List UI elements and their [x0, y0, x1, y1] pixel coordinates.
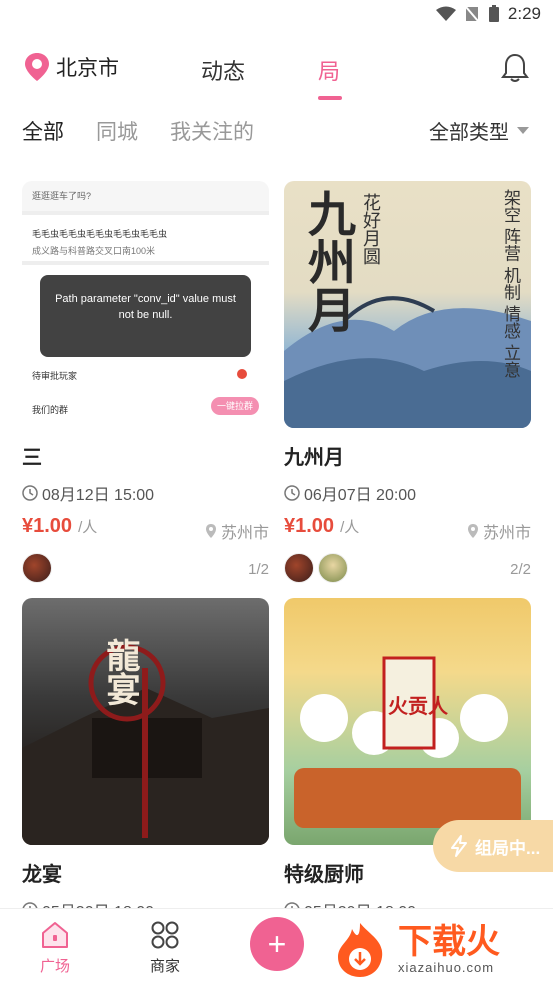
card-image: 龍宴 — [22, 598, 269, 845]
card-title: 九州月 — [284, 447, 344, 469]
location-pin-icon — [467, 524, 478, 538]
poster-tags: 架空 阵营 机制 情感 立意 — [501, 189, 520, 378]
event-card[interactable]: 九州月 花好月圆 架空 阵营 机制 情感 立意 九州月 06月07日 20:00… — [284, 181, 531, 586]
shot-button: 一键拉群 — [211, 397, 259, 415]
tab-dynamic[interactable]: 动态 — [201, 54, 245, 86]
shot-address: 成义路与科普路交叉口南100米 — [32, 246, 156, 256]
card-title: 特级厨师 — [284, 864, 364, 886]
avatar — [318, 553, 348, 583]
grid-icon — [151, 921, 179, 949]
filter-following[interactable]: 我关注的 — [170, 116, 254, 146]
participant-avatars — [284, 553, 348, 583]
location-label: 北京市 — [56, 57, 119, 80]
poster-title: 龍宴 — [101, 638, 139, 706]
card-time: 06月07日 20:00 — [284, 481, 416, 505]
filter-row: 全部 同城 我关注的 全部类型 — [0, 112, 553, 152]
top-nav: 北京市 动态 局 — [0, 44, 553, 100]
active-tab-indicator — [318, 96, 342, 100]
filter-all[interactable]: 全部 — [22, 116, 64, 146]
card-city: 苏州市 — [467, 519, 531, 543]
shot-line: 毛毛虫毛毛虫毛毛虫毛毛虫毛毛虫 — [32, 229, 168, 239]
clock-icon — [22, 485, 38, 501]
event-card[interactable]: 逛逛逛车了吗? 毛毛虫毛毛虫毛毛虫毛毛虫毛毛虫 成义路与科普路交叉口南100米 … — [22, 181, 269, 586]
avatar — [284, 553, 314, 583]
avatar — [22, 553, 52, 583]
nav-square[interactable]: 广场 — [40, 921, 70, 976]
participant-avatars — [22, 553, 52, 583]
card-time: 08月12日 15:00 — [22, 481, 154, 505]
error-toast: Path parameter "conv_id" value must not … — [40, 275, 251, 357]
card-price: ¥1.00/人 — [284, 515, 360, 537]
shot-question: 逛逛逛车了吗? — [32, 191, 92, 201]
poster-subtitle: 花好月圆 — [361, 193, 381, 265]
card-title: 三 — [22, 447, 42, 469]
watermark-sub: xiazaihuo.com — [398, 959, 495, 975]
filter-same-city[interactable]: 同城 — [96, 116, 138, 146]
location-pin-icon — [205, 524, 216, 538]
poster-art — [22, 644, 269, 845]
shot-group: 我们的群 — [32, 405, 69, 415]
bell-icon[interactable] — [501, 52, 529, 84]
participant-count: 1/2 — [248, 561, 269, 578]
card-title: 龙宴 — [22, 864, 62, 886]
lightning-icon — [451, 835, 467, 857]
card-image: 火贡人 — [284, 598, 531, 845]
chevron-down-icon — [517, 127, 529, 134]
bottom-nav: 广场 商家 + 下载火 xiazaihuo.com — [0, 908, 553, 983]
home-icon — [42, 922, 68, 948]
battery-icon — [488, 5, 499, 22]
status-time: 2:29 — [507, 4, 541, 23]
type-select[interactable]: 全部类型 — [429, 116, 529, 145]
poster-title: 火贡人 — [388, 696, 448, 718]
type-select-label: 全部类型 — [429, 122, 509, 144]
flame-logo-icon — [338, 923, 383, 977]
no-signal-icon — [465, 6, 479, 22]
location-pin-icon — [25, 53, 49, 81]
status-bar: 2:29 — [0, 0, 553, 32]
clock-icon — [284, 485, 300, 501]
nav-merchant[interactable]: 商家 — [150, 921, 180, 976]
badge-dot — [237, 369, 247, 379]
participant-count: 2/2 — [510, 561, 531, 578]
card-price: ¥1.00/人 — [22, 515, 98, 537]
tab-ju[interactable]: 局 — [318, 54, 340, 86]
poster-art — [294, 656, 521, 828]
organizing-fab-label: 组局中... — [475, 838, 541, 858]
poster-title: 九州月 — [300, 189, 353, 333]
organizing-fab[interactable]: 组局中... — [433, 820, 553, 872]
status-icons: 2:29 — [435, 4, 541, 24]
watermark-text: 下载火 — [398, 922, 500, 961]
card-image: 九州月 花好月圆 架空 阵营 机制 情感 立意 — [284, 181, 531, 428]
shot-pending: 待审批玩家 — [32, 371, 78, 381]
location-selector[interactable]: 北京市 — [24, 52, 119, 82]
card-city: 苏州市 — [205, 519, 269, 543]
watermark: 下载火 xiazaihuo.com — [330, 919, 500, 979]
card-image: 逛逛逛车了吗? 毛毛虫毛毛虫毛毛虫毛毛虫毛毛虫 成义路与科普路交叉口南100米 … — [22, 181, 269, 428]
event-card[interactable]: 龍宴 龙宴 05月30日 18:00 — [22, 598, 269, 921]
add-button[interactable]: + — [250, 917, 304, 971]
wifi-icon — [435, 6, 456, 21]
